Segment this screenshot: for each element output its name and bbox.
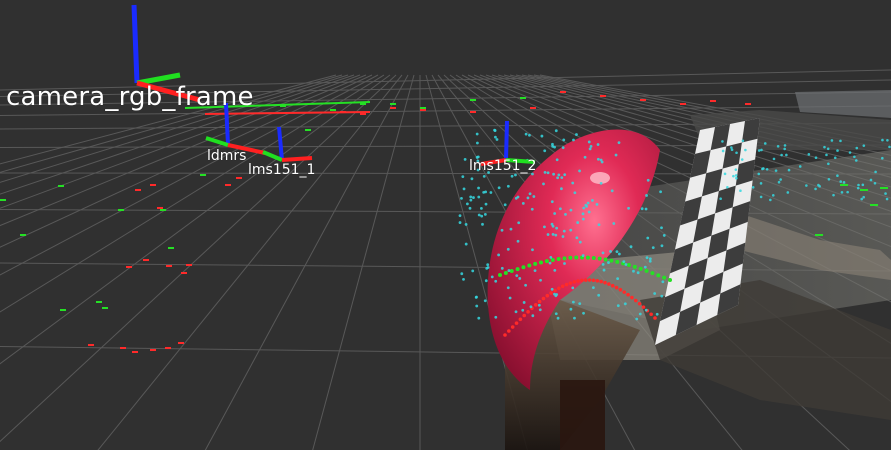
axis-y: [136, 72, 181, 86]
axis-x: [281, 156, 313, 162]
axis-z: [224, 102, 230, 146]
axis-z: [277, 126, 284, 161]
3d-viewport[interactable]: camera_rgb_frame ldmrs lms151_1 lms151_2: [0, 0, 891, 450]
axis-x: [480, 158, 507, 166]
axis-y: [205, 136, 229, 147]
axis-z: [504, 120, 509, 161]
axis-z: [131, 4, 140, 84]
scene-canvas[interactable]: [0, 0, 891, 450]
tf-lms151-2[interactable]: [480, 120, 536, 166]
axis-y: [505, 158, 536, 164]
axis-y: [262, 150, 283, 162]
